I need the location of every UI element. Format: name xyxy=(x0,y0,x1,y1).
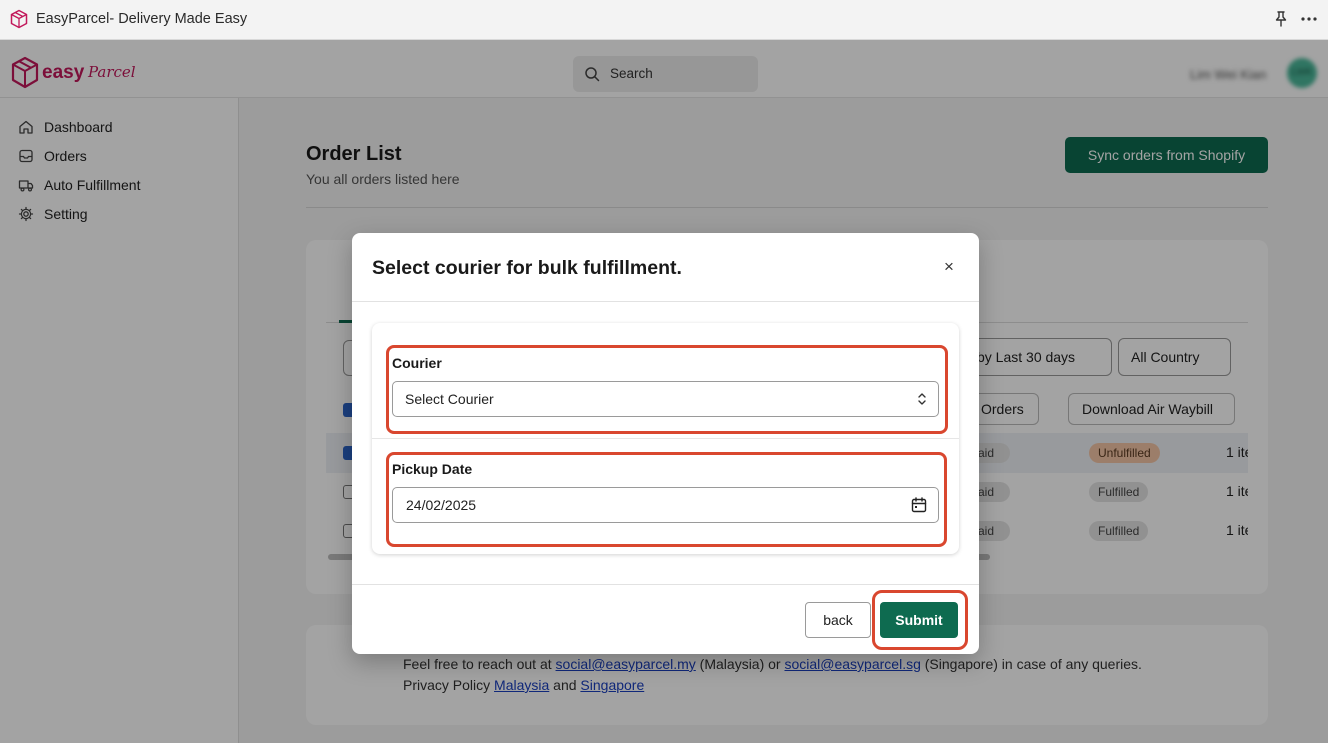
window-titlebar: EasyParcel- Delivery Made Easy xyxy=(0,0,1328,40)
window-title: EasyParcel- Delivery Made Easy xyxy=(36,11,248,27)
modal-title: Select courier for bulk fulfillment. xyxy=(372,257,682,279)
chevron-updown-icon xyxy=(918,393,926,405)
pickup-date-input[interactable]: 24/02/2025 xyxy=(392,487,939,523)
close-icon[interactable]: × xyxy=(939,257,959,277)
pickup-date-label: Pickup Date xyxy=(392,461,473,477)
divider xyxy=(372,438,959,439)
calendar-icon[interactable] xyxy=(910,496,928,514)
back-button[interactable]: back xyxy=(805,602,871,638)
divider xyxy=(352,584,979,585)
box-icon xyxy=(10,9,28,29)
pin-icon[interactable] xyxy=(1272,10,1290,28)
pickup-date-value: 24/02/2025 xyxy=(406,497,477,513)
courier-select-value: Select Courier xyxy=(405,391,494,407)
courier-label: Courier xyxy=(392,355,442,371)
divider xyxy=(352,301,979,302)
courier-select[interactable]: Select Courier xyxy=(392,381,939,417)
more-icon[interactable] xyxy=(1299,10,1319,28)
submit-button[interactable]: Submit xyxy=(880,602,958,638)
bulk-fulfillment-modal: Select courier for bulk fulfillment. × C… xyxy=(352,233,979,654)
